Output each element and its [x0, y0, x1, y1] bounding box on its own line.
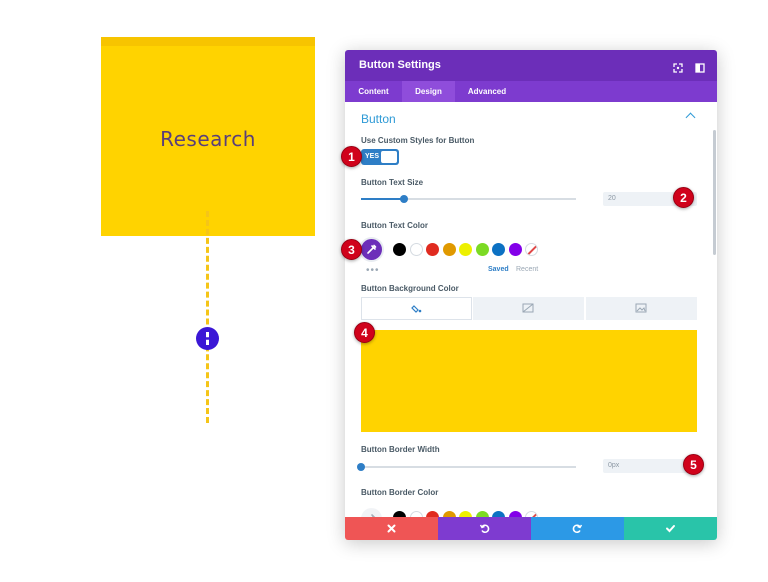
- marker-3: 3: [341, 239, 362, 260]
- background-color-label: Button Background Color: [361, 284, 459, 293]
- toggle-knob: [381, 151, 397, 163]
- text-size-label: Button Text Size: [361, 178, 424, 187]
- check-icon: [666, 525, 675, 533]
- color-swatch[interactable]: [508, 243, 522, 256]
- slider-handle[interactable]: [400, 195, 408, 203]
- sticky-note: Research: [101, 37, 315, 236]
- settings-tabs: Content Design Advanced: [345, 81, 717, 102]
- color-swatch[interactable]: [492, 243, 505, 256]
- marker-1: 1: [341, 146, 362, 167]
- bg-tab-gradient[interactable]: [473, 297, 584, 320]
- slider-handle[interactable]: [357, 463, 365, 471]
- close-icon: [387, 524, 396, 533]
- color-swatch[interactable]: [409, 243, 423, 256]
- border-width-slider[interactable]: [357, 463, 576, 471]
- border-width-label: Button Border Width: [361, 445, 440, 454]
- panel-footer: [345, 517, 717, 540]
- slider-fill: [361, 198, 404, 200]
- canvas: Research Button Settings Content Design …: [0, 0, 768, 582]
- button-settings-panel: Button Settings Content Design Advanced …: [345, 50, 717, 540]
- scrollbar[interactable]: [713, 130, 716, 255]
- redo-icon: [572, 524, 583, 533]
- color-swatch[interactable]: [393, 243, 406, 256]
- panel-header: Button Settings: [345, 50, 717, 81]
- note-text: Research: [160, 127, 256, 151]
- text-size-slider[interactable]: [361, 195, 576, 203]
- color-swatch[interactable]: [442, 243, 456, 256]
- marker-5: 5: [683, 454, 704, 475]
- gradient-icon: [522, 303, 534, 313]
- redo-button[interactable]: [531, 517, 624, 540]
- marker-2: 2: [673, 187, 694, 208]
- custom-styles-toggle[interactable]: YES: [361, 149, 399, 165]
- paint-bucket-icon: [411, 305, 422, 313]
- bg-tab-color[interactable]: [361, 297, 472, 320]
- background-type-tabs: [361, 297, 697, 320]
- no-color-swatch[interactable]: [525, 243, 538, 256]
- tab-advanced[interactable]: Advanced: [455, 81, 519, 102]
- text-color-label: Button Text Color: [361, 221, 428, 230]
- marker-4: 4: [354, 322, 375, 343]
- image-icon: [635, 303, 647, 313]
- section-title[interactable]: Button: [361, 112, 396, 126]
- eyedropper-icon: [367, 244, 377, 254]
- discard-button[interactable]: [345, 517, 438, 540]
- tab-content[interactable]: Content: [345, 81, 402, 102]
- eyedropper-button[interactable]: [361, 239, 382, 260]
- dashed-connector: [206, 211, 209, 423]
- note-top-strip: [101, 37, 315, 46]
- split-view-icon[interactable]: [695, 60, 705, 73]
- expand-icon[interactable]: [673, 60, 683, 73]
- color-swatch[interactable]: [475, 243, 489, 256]
- undo-icon: [479, 524, 490, 533]
- bg-tab-image[interactable]: [586, 297, 697, 320]
- panel-title: Button Settings: [359, 59, 441, 71]
- chevron-up-icon[interactable]: [685, 112, 696, 123]
- color-swatch[interactable]: [426, 243, 439, 256]
- saved-colors-link[interactable]: Saved: [488, 266, 509, 273]
- undo-button[interactable]: [438, 517, 531, 540]
- recent-colors-link[interactable]: Recent: [516, 266, 538, 273]
- background-color-preview[interactable]: [361, 330, 697, 432]
- border-color-label: Button Border Color: [361, 488, 439, 497]
- custom-styles-label: Use Custom Styles for Button: [361, 136, 475, 145]
- more-options-icon[interactable]: •••: [366, 265, 380, 276]
- connector-dot: [196, 327, 219, 350]
- save-button[interactable]: [624, 517, 717, 540]
- tab-design[interactable]: Design: [402, 81, 455, 102]
- color-swatch[interactable]: [459, 243, 472, 256]
- toggle-state: YES: [365, 153, 380, 160]
